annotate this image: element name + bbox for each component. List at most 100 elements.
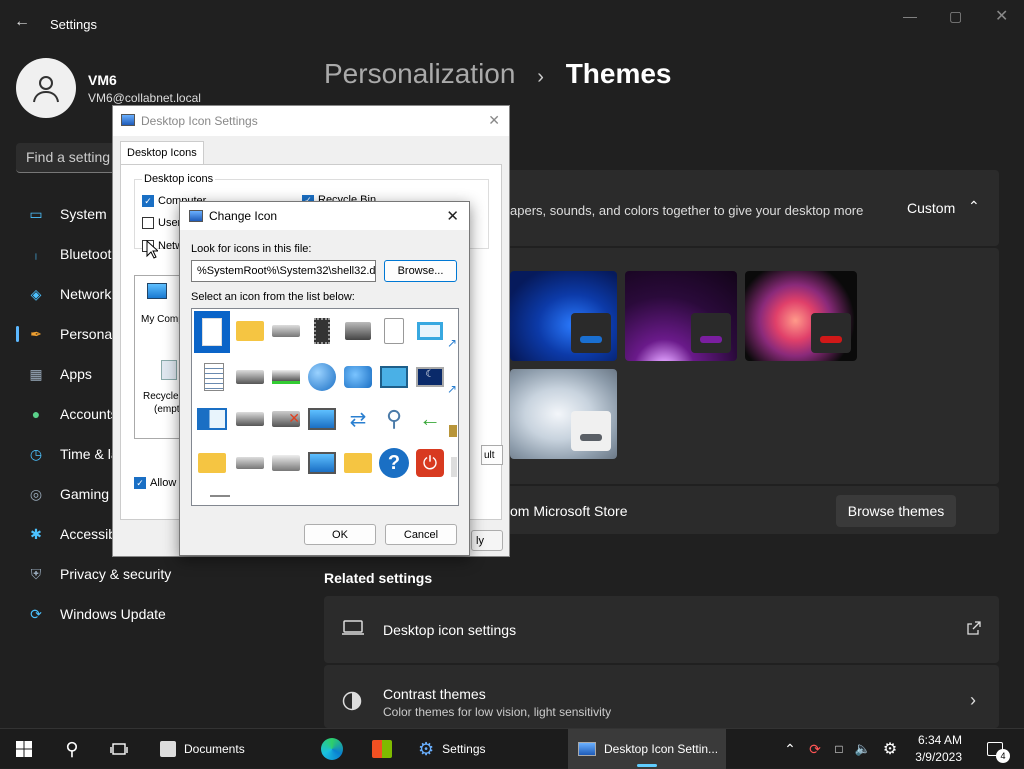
shortcut-arrow-icon[interactable]: ↗ xyxy=(444,373,458,405)
maximize-icon[interactable]: ▢ xyxy=(949,8,962,25)
chevron-right-icon: › xyxy=(537,66,544,88)
allow-themes-checkbox[interactable]: ✓ Allow t xyxy=(134,477,182,489)
ok-button[interactable]: OK xyxy=(304,524,376,545)
chevron-up-icon[interactable]: ⌃ xyxy=(782,729,798,769)
removable-drive-icon[interactable] xyxy=(270,361,302,393)
tab-desktop-icons[interactable]: Desktop Icons xyxy=(120,141,204,165)
edge-icon[interactable] xyxy=(316,729,348,769)
magnifier-icon[interactable]: ⚲ xyxy=(378,403,410,435)
preview-label: My Comp xyxy=(141,314,184,325)
text-document-icon[interactable] xyxy=(198,361,230,393)
breadcrumb: Personalization › Themes xyxy=(324,58,672,90)
browse-themes-button[interactable]: Browse themes xyxy=(836,495,956,527)
icon-list[interactable]: ↗ ☾ ↗ ✕ ⇄ ⚲ ← ? ⏻ xyxy=(191,308,459,506)
desktop-settings-icon xyxy=(578,742,596,756)
settings-gear-icon[interactable]: ⚙ xyxy=(880,729,900,769)
sidebar-item-windows-update[interactable]: ⟳ Windows Update xyxy=(16,596,306,632)
horizontal-scrollbar[interactable] xyxy=(210,495,230,497)
start-button[interactable] xyxy=(8,729,40,769)
close-icon[interactable]: ✕ xyxy=(446,207,459,225)
back-arrow-icon[interactable]: ← xyxy=(14,13,30,31)
sync-error-icon[interactable]: ⟳ xyxy=(806,729,824,769)
accessibility-icon: ✱ xyxy=(30,525,42,542)
window-layout-icon[interactable] xyxy=(196,403,228,435)
mouse-cursor-icon xyxy=(146,239,160,265)
sidebar-item-label: Windows Update xyxy=(60,606,166,622)
computer-icon xyxy=(147,283,167,299)
close-icon[interactable]: ✕ xyxy=(995,6,1008,26)
volume-icon[interactable]: 🔈 xyxy=(854,729,872,769)
clock[interactable]: 6:34 AM 3/9/2023 xyxy=(912,732,962,766)
taskbar-app-documents[interactable]: Documents xyxy=(152,729,272,769)
sidebar-item-privacy-security[interactable]: ⛨ Privacy & security xyxy=(16,556,306,592)
windows-logo-icon xyxy=(16,741,32,757)
folder-icon[interactable] xyxy=(234,315,266,347)
avatar[interactable] xyxy=(16,58,76,118)
cancel-button[interactable]: Cancel xyxy=(385,524,457,545)
clock-document-icon[interactable] xyxy=(378,315,410,347)
taskbar-app-settings[interactable]: ⚙ Settings xyxy=(410,729,550,769)
search-input[interactable]: Find a setting xyxy=(16,143,126,173)
current-theme-value: Custom xyxy=(907,200,956,216)
related-item-subtitle: Color themes for low vision, light sensi… xyxy=(383,705,612,719)
task-view-icon[interactable] xyxy=(106,729,132,769)
theme-tile-captured-motion[interactable] xyxy=(745,271,857,361)
monitor-icon[interactable] xyxy=(306,447,338,479)
theme-tile-bloom-light[interactable] xyxy=(510,369,617,459)
update-icon: ⟳ xyxy=(30,605,42,622)
file-path-input[interactable]: %SystemRoot%\System32\shell32.d xyxy=(191,260,376,282)
theme-tile-bloom-blue[interactable] xyxy=(510,271,617,361)
folder-grid-icon[interactable] xyxy=(342,447,374,479)
browse-button[interactable]: Browse... xyxy=(384,260,457,282)
power-icon[interactable]: ⏻ xyxy=(414,447,446,479)
search-icon[interactable]: ⚲ xyxy=(60,729,84,769)
disconnected-drive-icon[interactable]: ✕ xyxy=(270,403,302,435)
dialog-title: Change Icon xyxy=(209,209,278,223)
brush-icon: ✒ xyxy=(30,325,42,342)
sleep-monitor-icon[interactable]: ☾ xyxy=(414,361,446,393)
taskbar: ⚲ Documents ⚙ Settings Desktop Icon Sett… xyxy=(0,728,1024,769)
drive-icon[interactable] xyxy=(270,315,302,347)
minimize-icon[interactable]: — xyxy=(903,8,917,24)
theme-tile-glow[interactable] xyxy=(625,271,737,361)
taskbar-app-desktop-icon-settings[interactable]: Desktop Icon Settin... xyxy=(568,729,726,769)
network-monitor-icon[interactable] xyxy=(306,403,338,435)
drive-gray-icon[interactable] xyxy=(234,447,266,479)
chevron-right-icon: › xyxy=(970,690,976,710)
close-icon[interactable]: ✕ xyxy=(488,112,500,129)
partial-icon[interactable] xyxy=(446,415,458,447)
globe-icon[interactable] xyxy=(306,361,338,393)
control-panel-icon[interactable] xyxy=(378,361,410,393)
partial-icon[interactable] xyxy=(448,451,458,483)
user-files-checkbox[interactable]: User xyxy=(142,217,181,229)
laptop-icon xyxy=(342,620,364,641)
notification-center-icon[interactable]: 4 xyxy=(982,729,1010,769)
network-connections-icon[interactable]: ⇄ xyxy=(342,403,374,435)
floppy-disk-icon[interactable] xyxy=(234,403,266,435)
store-icon[interactable] xyxy=(366,729,398,769)
help-icon[interactable]: ? xyxy=(378,447,410,479)
apply-button[interactable]: ly xyxy=(471,530,503,551)
user-email: VM6@collabnet.local xyxy=(88,91,201,105)
theme-color-chip xyxy=(571,313,611,353)
breadcrumb-parent[interactable]: Personalization xyxy=(324,58,515,89)
network-icon[interactable]: □ xyxy=(830,729,848,769)
shield-icon: ⛨ xyxy=(30,565,42,582)
window-icon[interactable] xyxy=(414,315,446,347)
restore-default-button[interactable]: ult xyxy=(481,445,503,465)
shortcut-arrow-icon[interactable]: ↗ xyxy=(444,327,458,359)
group-label: Desktop icons xyxy=(142,173,216,185)
chip-icon[interactable] xyxy=(306,315,338,347)
blank-document-icon[interactable] xyxy=(194,311,230,353)
printer-icon[interactable] xyxy=(342,315,374,347)
cd-drive-icon[interactable] xyxy=(270,447,302,479)
bluetooth-icon: ᛧ xyxy=(31,246,41,262)
network-globe-icon[interactable] xyxy=(342,361,374,393)
green-arrow-icon[interactable]: ← xyxy=(414,403,446,435)
clock-globe-icon: ◷ xyxy=(29,445,43,462)
open-folder-icon[interactable] xyxy=(196,447,228,479)
select-label: Select an icon from the list below: xyxy=(191,291,355,303)
desktop-settings-icon xyxy=(189,210,203,222)
floppy-drive-icon[interactable] xyxy=(234,361,266,393)
chevron-up-icon[interactable]: ⌃ xyxy=(968,198,980,215)
